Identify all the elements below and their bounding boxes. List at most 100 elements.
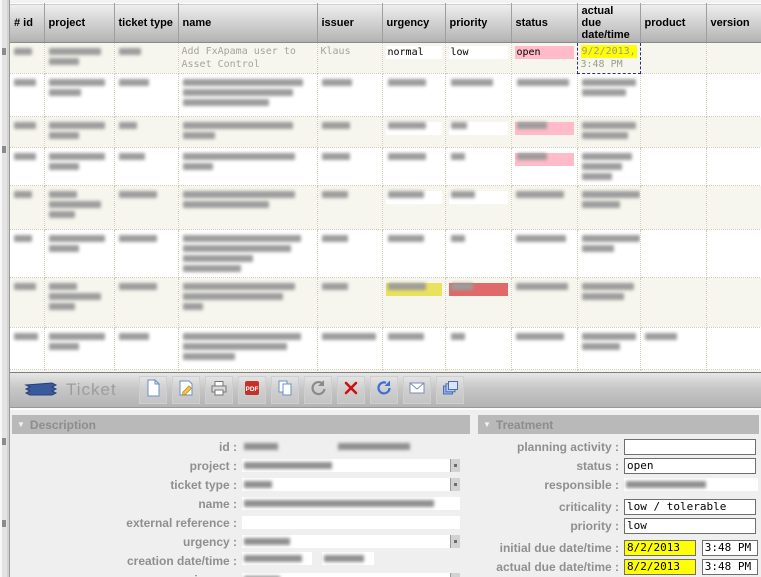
toolbar-button-undo[interactable] (304, 376, 332, 404)
column-header-project[interactable]: project (44, 4, 114, 43)
column-header-name[interactable]: name (178, 4, 317, 43)
value-box[interactable] (386, 191, 442, 204)
cell-project[interactable] (44, 328, 114, 370)
cell-status[interactable] (511, 74, 577, 117)
value-box[interactable] (515, 79, 574, 92)
due-date-input[interactable]: 8/2/2013 (624, 559, 696, 575)
text-input[interactable] (242, 459, 460, 472)
value-box[interactable] (449, 333, 508, 346)
cell-project[interactable] (44, 74, 114, 117)
toolbar-button-new-document[interactable] (139, 376, 167, 404)
cell-due[interactable] (577, 117, 640, 148)
cell-status[interactable] (511, 230, 577, 278)
toolbar-button-copy[interactable] (271, 376, 299, 404)
cell-name[interactable] (178, 74, 317, 117)
cell-name[interactable]: Add FxApama user to Asset Control (178, 43, 317, 74)
cell-urgency[interactable] (382, 328, 445, 370)
value-box[interactable] (449, 79, 508, 92)
cell-priority[interactable] (445, 186, 511, 230)
cell-product[interactable] (640, 328, 706, 370)
cell-version[interactable] (706, 117, 761, 148)
cell-product[interactable] (640, 230, 706, 278)
value-box[interactable] (386, 122, 442, 135)
dropdown-button[interactable] (450, 535, 460, 548)
table-row[interactable] (10, 74, 761, 117)
cell-priority[interactable] (445, 148, 511, 186)
table-row[interactable] (10, 230, 761, 278)
section-header-description[interactable]: ▼ Description (12, 415, 470, 434)
cell-id[interactable] (10, 43, 44, 74)
cell-issuer[interactable] (317, 74, 382, 117)
cell-product[interactable] (640, 74, 706, 117)
cell-project[interactable] (44, 117, 114, 148)
toolbar-button-print[interactable] (205, 376, 233, 404)
cell-id[interactable] (10, 117, 44, 148)
toolbar-button-edit-save[interactable] (172, 376, 200, 404)
cell-type[interactable] (114, 117, 178, 148)
text-input[interactable] (242, 552, 312, 565)
form-input[interactable]: open (624, 458, 756, 474)
cell-due[interactable] (577, 74, 640, 117)
form-input[interactable]: low (624, 518, 756, 534)
cell-id[interactable] (10, 230, 44, 278)
column-header-issuer[interactable]: issuer (317, 4, 382, 43)
cell-type[interactable] (114, 328, 178, 370)
value-box[interactable] (515, 122, 574, 135)
toolbar-button-delete[interactable] (337, 376, 365, 404)
cell-name[interactable] (178, 148, 317, 186)
cell-id[interactable] (10, 278, 44, 328)
cell-urgency[interactable] (382, 186, 445, 230)
cell-status[interactable]: open (511, 43, 577, 74)
value-box[interactable] (386, 79, 442, 92)
column-header-priority[interactable]: priority (445, 4, 511, 43)
table-row[interactable] (10, 278, 761, 328)
cell-name[interactable] (178, 117, 317, 148)
cell-due[interactable]: 9/2/2013,3:48 PM (577, 43, 640, 74)
cell-urgency[interactable] (382, 230, 445, 278)
table-row[interactable]: Add FxApama user to Asset ControlKlausno… (10, 43, 761, 74)
cell-due[interactable] (577, 148, 640, 186)
table-row[interactable] (10, 148, 761, 186)
cell-priority[interactable] (445, 278, 511, 328)
form-input[interactable] (624, 439, 756, 455)
toolbar-button-duplicate-stack[interactable] (436, 376, 464, 404)
cell-version[interactable] (706, 230, 761, 278)
cell-name[interactable] (178, 230, 317, 278)
cell-id[interactable] (10, 186, 44, 230)
due-time-input[interactable]: 3:48 PM (702, 540, 758, 556)
cell-name[interactable] (178, 278, 317, 328)
cell-due[interactable] (577, 278, 640, 328)
cell-priority[interactable] (445, 117, 511, 148)
cell-name[interactable] (178, 186, 317, 230)
cell-urgency[interactable]: normal (382, 43, 445, 74)
cell-priority[interactable] (445, 230, 511, 278)
text-input[interactable] (242, 535, 460, 548)
cell-name[interactable] (178, 328, 317, 370)
value-box[interactable] (449, 191, 508, 204)
column-header-type[interactable]: ticket type (114, 4, 178, 43)
cell-version[interactable] (706, 328, 761, 370)
dropdown-button[interactable] (450, 478, 460, 491)
collapse-triangle-icon[interactable]: ▼ (483, 420, 491, 429)
cell-due[interactable] (577, 230, 640, 278)
text-input[interactable] (322, 552, 374, 565)
table-row[interactable] (10, 117, 761, 148)
value-box[interactable] (449, 122, 508, 135)
text-input[interactable] (624, 478, 758, 491)
cell-version[interactable] (706, 43, 761, 74)
cell-type[interactable] (114, 230, 178, 278)
value-box[interactable] (386, 333, 442, 346)
cell-urgency[interactable] (382, 117, 445, 148)
cell-version[interactable] (706, 186, 761, 230)
cell-issuer[interactable] (317, 148, 382, 186)
cell-id[interactable] (10, 74, 44, 117)
cell-status[interactable] (511, 278, 577, 328)
form-input[interactable]: low / tolerable (624, 499, 756, 515)
cell-priority[interactable]: low (445, 43, 511, 74)
cell-type[interactable] (114, 148, 178, 186)
toolbar-button-export-pdf[interactable]: PDF (238, 376, 266, 404)
text-input[interactable] (242, 516, 460, 529)
cell-project[interactable] (44, 230, 114, 278)
value-box[interactable] (386, 235, 442, 248)
cell-urgency[interactable] (382, 278, 445, 328)
